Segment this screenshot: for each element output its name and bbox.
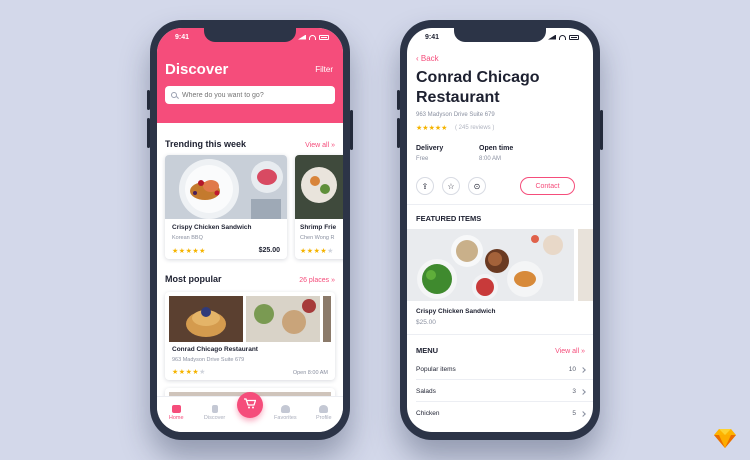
featured-image[interactable] — [407, 229, 574, 301]
menu-item[interactable]: Popular items 10 — [416, 366, 586, 373]
restaurant-screen: 9:41 ‹ Back Conrad Chicago Restaurant 96… — [407, 28, 593, 432]
divider — [416, 401, 593, 402]
star-empty-icon: ★ — [199, 369, 206, 376]
star-filled-icon: ★ — [306, 248, 314, 255]
divider — [416, 379, 593, 380]
food-image — [295, 155, 343, 219]
phone-restaurant: 9:41 ‹ Back Conrad Chicago Restaurant 96… — [397, 20, 603, 440]
status-time: 9:41 — [175, 33, 190, 41]
star-filled-icon: ★ — [172, 248, 179, 255]
card-title: Crispy Chicken Sandwich — [172, 224, 252, 231]
back-button[interactable]: ‹ Back — [416, 54, 439, 63]
featured-item-price: $25.00 — [416, 319, 436, 326]
card-subtitle: Chen Wong R — [300, 235, 335, 241]
heart-icon — [280, 405, 290, 413]
favorite-button[interactable]: ☆ — [442, 177, 460, 195]
star-empty-icon: ★ — [441, 125, 448, 132]
card-address: 963 Madyson Drive Suite 679 — [172, 357, 245, 363]
delivery-info: Delivery Free — [416, 145, 444, 162]
restaurant-address: 963 Madyson Drive Suite 679 — [416, 112, 495, 118]
menu-title: MENU — [416, 346, 439, 355]
utensils-icon — [211, 405, 218, 413]
review-count: ( 245 reviews ) — [455, 125, 495, 131]
menu-item[interactable]: Chicken 5 — [416, 410, 586, 417]
contact-button[interactable]: Contact — [520, 177, 575, 195]
share-icon: ⇪ — [421, 181, 429, 191]
cart-button[interactable] — [237, 392, 263, 418]
menu-item[interactable]: Salads 3 — [416, 388, 586, 395]
trending-title: Trending this week — [165, 139, 247, 149]
star-empty-icon: ★ — [327, 248, 334, 255]
card-subtitle: Korean BBQ — [172, 235, 203, 241]
open-time: Open 8:00 AM — [292, 370, 328, 376]
battery-icon — [569, 34, 579, 40]
cart-icon — [244, 398, 257, 412]
trending-card[interactable]: Shrimp Frie Chen Wong R ★★★★★ — [295, 155, 343, 259]
menu-header: MENU View all » — [416, 346, 585, 355]
restaurant-title: Conrad Chicago Restaurant — [416, 69, 540, 106]
rating-stars: ★★★★★ — [300, 247, 334, 255]
tab-discover[interactable]: Discover — [201, 405, 229, 432]
user-icon — [319, 405, 329, 413]
signal-icon — [548, 34, 556, 40]
notch — [454, 28, 546, 42]
tab-profile[interactable]: Profile — [310, 405, 338, 432]
home-icon — [171, 405, 181, 413]
featured-item-name: Crispy Chicken Sandwich — [416, 308, 496, 315]
discover-screen: 9:41 Discover Filter Trending this week … — [157, 28, 343, 432]
phone-discover: 9:41 Discover Filter Trending this week … — [147, 20, 353, 440]
divider — [407, 204, 593, 205]
popular-title: Most popular — [165, 274, 222, 284]
popular-header: Most popular 26 places » — [165, 274, 335, 284]
tab-home[interactable]: Home — [162, 405, 190, 432]
trending-card[interactable]: Crispy Chicken Sandwich Korean BBQ ★★★★★… — [165, 155, 287, 259]
notch — [204, 28, 296, 42]
chevron-right-icon — [580, 410, 586, 417]
rating-stars: ★★★★★ — [416, 124, 447, 132]
trending-view-all-link[interactable]: View all » — [305, 142, 335, 149]
battery-icon — [319, 34, 329, 40]
location-button[interactable]: ⊙ — [468, 177, 486, 195]
star-filled-icon: ★ — [178, 248, 186, 255]
restaurant-gallery — [169, 296, 331, 342]
wifi-icon — [559, 34, 566, 40]
card-price: $25.00 — [258, 247, 280, 254]
rating-stars: ★★★★★ — [172, 368, 206, 376]
divider — [407, 334, 593, 335]
card-title: Conrad Chicago Restaurant — [172, 346, 258, 353]
star-filled-icon: ★ — [178, 369, 186, 376]
star-icon: ☆ — [447, 181, 455, 191]
card-title: Shrimp Frie — [300, 224, 337, 231]
open-time-info: Open time 8:00 AM — [479, 145, 514, 162]
trending-header: Trending this week View all » — [165, 139, 335, 149]
popular-places-link[interactable]: 26 places » — [299, 277, 335, 284]
featured-image[interactable] — [578, 229, 593, 301]
chevron-right-icon — [580, 366, 586, 373]
food-image — [165, 155, 287, 219]
search-input[interactable] — [182, 91, 322, 99]
menu-view-all-link[interactable]: View all » — [555, 348, 585, 355]
signal-icon — [298, 34, 306, 40]
filter-button[interactable]: Filter — [315, 65, 333, 74]
star-filled-icon: ★ — [199, 248, 206, 255]
sketch-logo — [714, 428, 736, 448]
page-title: Discover — [165, 61, 229, 78]
search-icon — [171, 92, 177, 98]
share-button[interactable]: ⇪ — [416, 177, 434, 195]
wifi-icon — [309, 34, 316, 40]
star-filled-icon: ★ — [300, 248, 307, 255]
chevron-right-icon — [580, 388, 586, 395]
search-bar[interactable] — [165, 86, 335, 104]
location-pin-icon: ⊙ — [473, 181, 481, 191]
star-filled-icon: ★ — [172, 369, 179, 376]
featured-title: FEATURED ITEMS — [416, 214, 482, 223]
rating-stars: ★★★★★ — [172, 247, 206, 255]
popular-card[interactable]: Conrad Chicago Restaurant 963 Madyson Dr… — [165, 292, 335, 380]
status-time: 9:41 — [425, 33, 440, 41]
tab-favorites[interactable]: Favorites — [271, 405, 299, 432]
